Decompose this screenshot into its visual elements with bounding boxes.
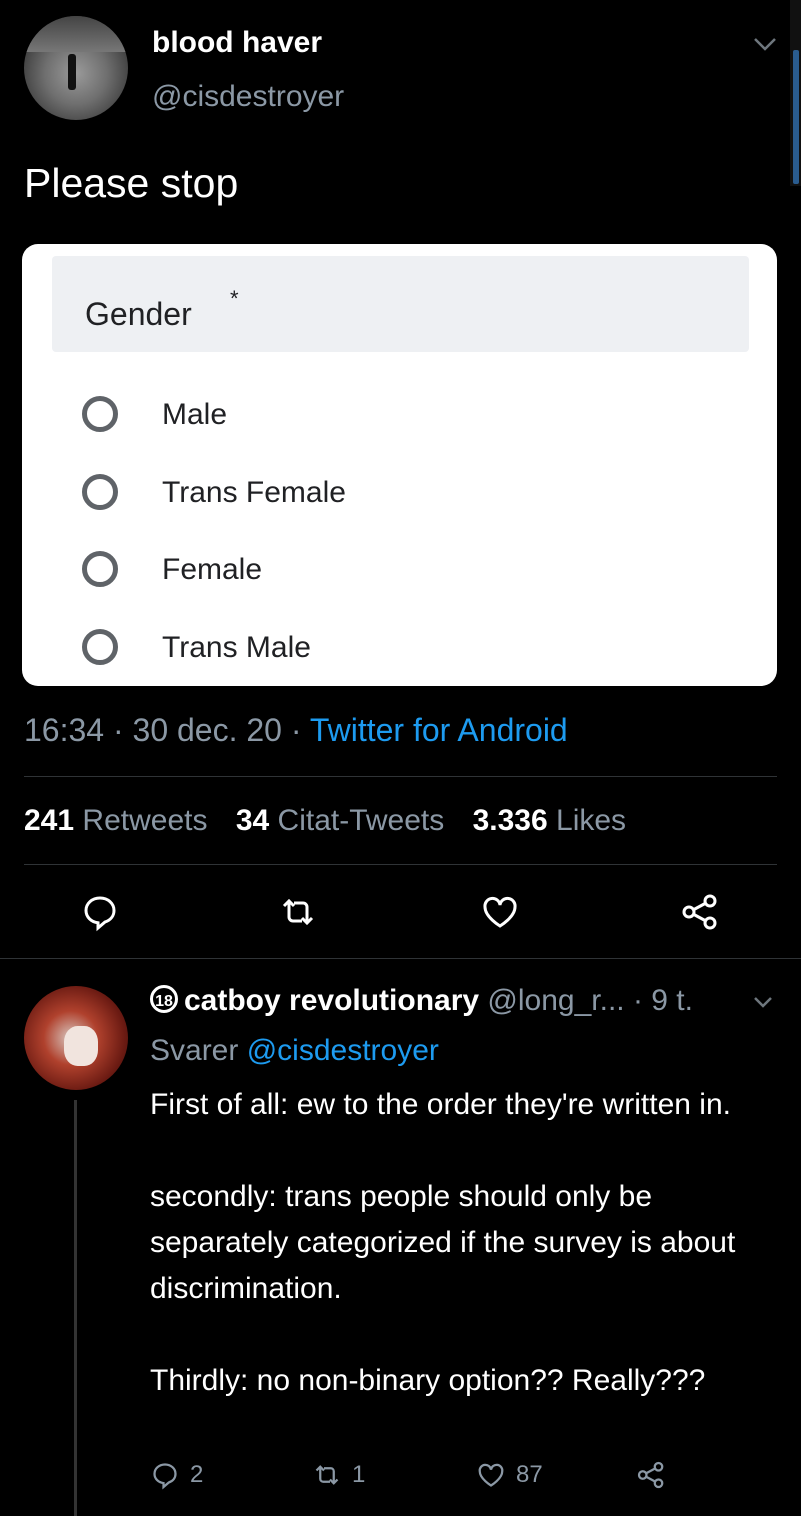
like-count: 87 — [516, 1461, 543, 1488]
reply-paragraph: Thirdly: no non-binary option?? Really??… — [150, 1364, 706, 1397]
attached-image-form[interactable]: Gender * Male Trans Female Female Trans … — [22, 244, 777, 686]
share-icon[interactable] — [680, 892, 720, 932]
form-question-header: Gender * — [52, 256, 749, 352]
form-question-label: Gender — [85, 296, 192, 332]
retweet-count: 1 — [352, 1461, 366, 1488]
option-label: Female — [162, 553, 263, 586]
radio-option-trans-male: Trans Male — [82, 625, 682, 675]
chevron-down-icon[interactable] — [752, 994, 774, 1010]
quotes-count: 34 — [235, 804, 270, 837]
option-label: Male — [162, 398, 228, 431]
replying-to-handle[interactable]: @cisdestroyer — [247, 1034, 439, 1067]
section-separator — [0, 958, 801, 959]
radio-option-female: Female — [82, 547, 682, 597]
reply-icon[interactable] — [80, 892, 120, 932]
radio-button — [82, 396, 118, 432]
reply-count: 2 — [190, 1461, 204, 1488]
scrollbar-thumb[interactable] — [793, 50, 799, 184]
tweet-source-link[interactable]: Twitter for Android — [310, 712, 568, 748]
share-icon — [637, 1461, 664, 1489]
radio-button — [82, 551, 118, 587]
reply-reply-button[interactable]: 2 — [150, 1460, 203, 1490]
likes-count: 3.336 — [472, 804, 548, 837]
quotes-label: Citat-Tweets — [277, 804, 445, 837]
quotes-stat[interactable]: 34 Citat-Tweets — [236, 804, 444, 837]
retweets-count: 241 — [24, 804, 75, 837]
reply-like-button[interactable]: 87 — [476, 1460, 543, 1490]
tweet-meta: 16:34 · 30 dec. 20 · Twitter for Android — [24, 712, 568, 749]
radio-option-trans-female: Trans Female — [82, 470, 682, 520]
replying-to-label: Svarer — [150, 1034, 247, 1067]
reply-author-name[interactable]: catboy revolutionary — [184, 984, 479, 1017]
reply-share-button[interactable] — [636, 1460, 676, 1490]
retweet-icon[interactable] — [278, 892, 318, 932]
tweet-text: Please stop — [24, 160, 239, 206]
tweet-timestamp: 16:34 · 30 dec. 20 · — [24, 712, 310, 748]
required-mark: * — [230, 286, 239, 311]
chevron-down-icon[interactable] — [752, 34, 778, 54]
radio-button — [82, 629, 118, 665]
radio-option-male: Male — [82, 392, 682, 442]
reply-text: First of all: ew to the order they're wr… — [150, 1082, 770, 1404]
retweet-icon — [315, 1465, 339, 1485]
replying-to: Svarer @cisdestroyer — [150, 1034, 439, 1068]
reply-paragraph: First of all: ew to the order they're wr… — [150, 1088, 731, 1121]
author-name[interactable]: blood haver — [152, 26, 322, 60]
author-handle[interactable]: @cisdestroyer — [152, 80, 344, 114]
author-avatar[interactable] — [24, 16, 128, 120]
reply-retweet-button[interactable]: 1 — [312, 1460, 365, 1490]
age-badge-icon: 18 — [150, 985, 178, 1013]
divider — [24, 864, 777, 865]
likes-stat[interactable]: 3.336 Likes — [473, 804, 626, 837]
divider — [24, 776, 777, 777]
tweet-stats: 241 Retweets 34 Citat-Tweets 3.336 Likes — [24, 804, 626, 838]
retweets-label: Retweets — [82, 804, 208, 837]
heart-icon[interactable] — [480, 892, 520, 932]
scrollbar[interactable] — [790, 0, 801, 186]
heart-icon — [478, 1463, 504, 1487]
reply-author-handle[interactable]: @long_r... · 9 t. — [479, 984, 693, 1017]
reply-header: 18 catboy revolutionary @long_r... · 9 t. — [150, 984, 693, 1018]
radio-button — [82, 474, 118, 510]
thread-line — [74, 1100, 77, 1516]
reply-author-avatar[interactable] — [24, 986, 128, 1090]
retweets-stat[interactable]: 241 Retweets — [24, 804, 207, 837]
reply-paragraph: secondly: trans people should only be se… — [150, 1180, 736, 1305]
option-label: Trans Male — [162, 631, 311, 664]
reply-icon — [153, 1463, 177, 1490]
likes-label: Likes — [556, 804, 627, 837]
option-label: Trans Female — [162, 476, 346, 509]
